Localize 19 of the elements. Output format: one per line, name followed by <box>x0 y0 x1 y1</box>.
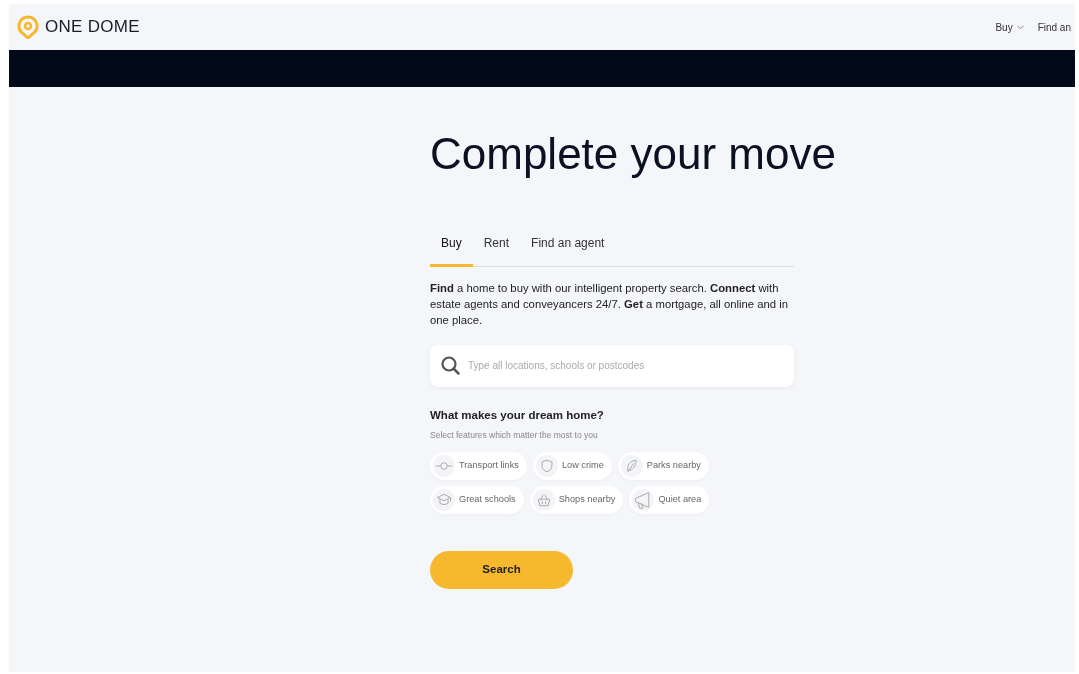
intro-text: Find a home to buy with our intelligent property search. Connect with estate agents and conveyancers 24/7. Get a mortgage, all online and in one place. <box>430 281 789 328</box>
search-button[interactable]: Search <box>430 550 573 589</box>
feature-chip[interactable]: Low crime <box>532 451 612 480</box>
search-field[interactable]: Type all locations, schools or postcodes <box>430 344 794 387</box>
tab[interactable]: Rent <box>472 234 521 268</box>
feature-chip[interactable]: Great schools <box>430 485 524 514</box>
nav-link[interactable]: Buy <box>995 19 1013 35</box>
features-subtitle: Select features which matter the most to you <box>430 428 599 442</box>
feature-chip[interactable]: Parks nearby <box>617 451 709 480</box>
brand-name[interactable]: ONE DOME <box>45 14 140 40</box>
feature-chip[interactable]: Quiet area <box>629 485 710 514</box>
features-title: What makes your dream home? <box>430 407 605 423</box>
feature-chip[interactable]: Transport links <box>430 451 527 480</box>
tab[interactable]: Find an agent <box>520 234 616 268</box>
nav-link[interactable]: Find an <box>1037 19 1071 35</box>
logo-icon <box>17 15 39 39</box>
tab[interactable]: Buy <box>430 234 473 268</box>
page-heading: Complete your move <box>430 128 837 180</box>
feature-chip[interactable]: Shops nearby <box>529 485 624 514</box>
